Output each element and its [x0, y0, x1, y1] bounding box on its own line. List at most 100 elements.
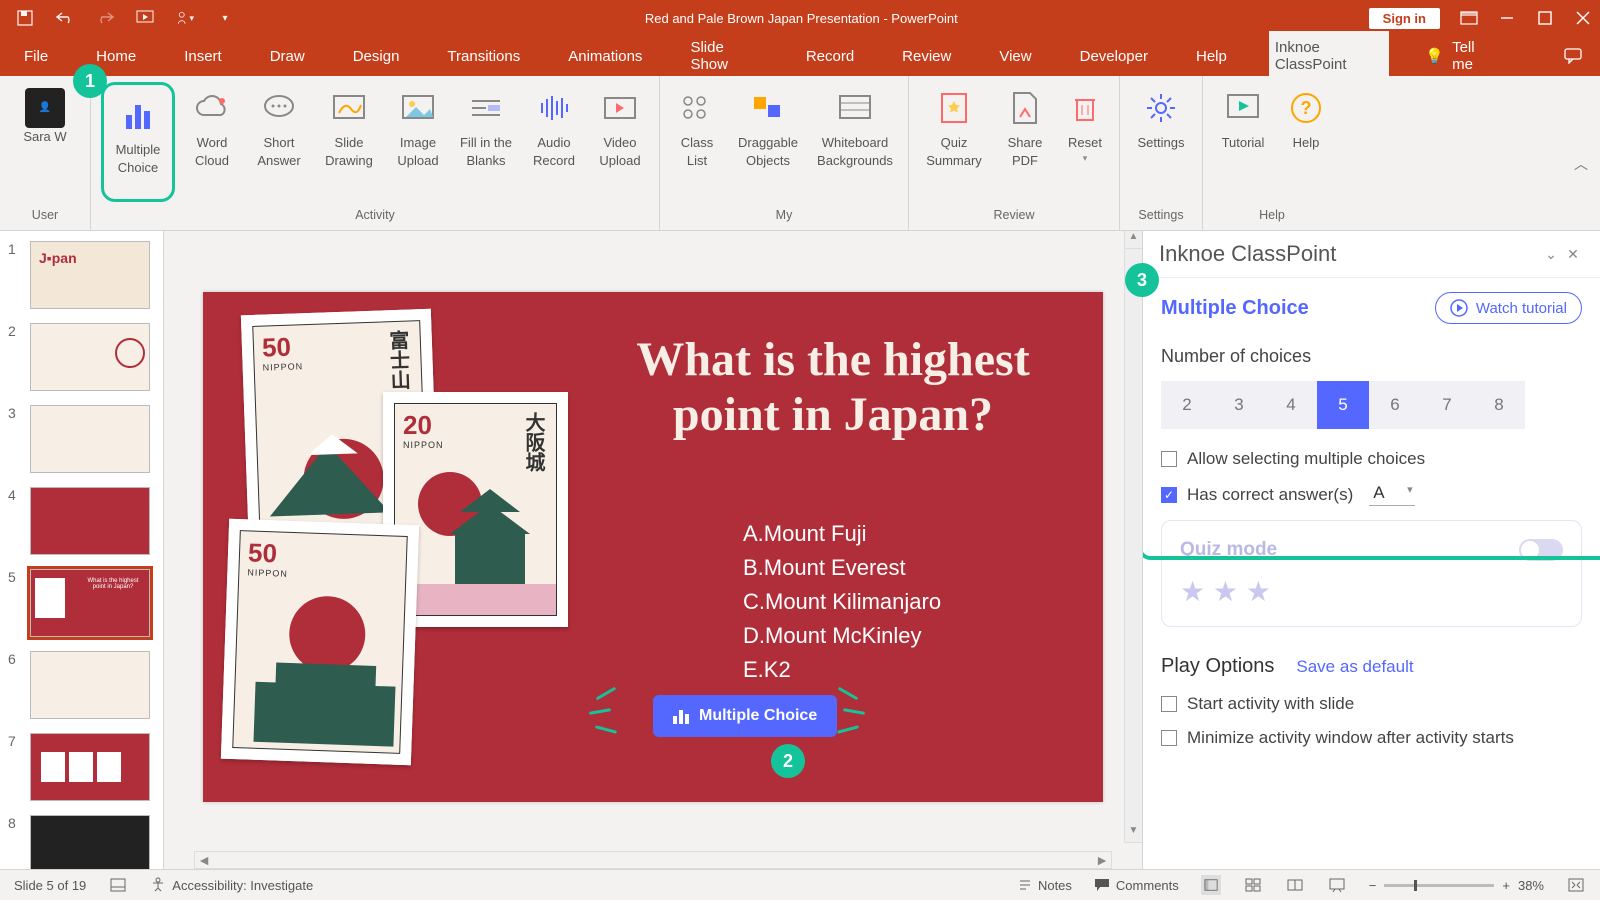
pane-section-title: Multiple Choice	[1161, 297, 1435, 320]
choice-2[interactable]: 2	[1161, 381, 1213, 429]
horizontal-scrollbar[interactable]: ◄►	[194, 851, 1112, 869]
question-icon: ?	[1286, 88, 1326, 128]
share-pdf-button[interactable]: Share PDF	[997, 82, 1053, 202]
tab-classpoint[interactable]: Inknoe ClassPoint	[1269, 31, 1390, 81]
watch-tutorial-button[interactable]: Watch tutorial	[1435, 292, 1582, 324]
close-icon[interactable]	[1574, 9, 1592, 27]
thumbnail-7[interactable]	[30, 733, 150, 801]
ribbon-display-icon[interactable]	[1460, 9, 1478, 27]
user-profile[interactable]: 👤 Sara W	[10, 82, 80, 202]
tab-transitions[interactable]: Transitions	[441, 40, 526, 73]
tab-help[interactable]: Help	[1190, 40, 1233, 73]
sign-in-button[interactable]: Sign in	[1369, 8, 1440, 29]
reset-button[interactable]: Reset▾	[1061, 82, 1109, 202]
settings-button[interactable]: Settings	[1130, 82, 1192, 202]
video-upload-button[interactable]: Video Upload	[591, 82, 649, 202]
thumbnail-6[interactable]	[30, 651, 150, 719]
slide-canvas[interactable]: 50 NIPPON 富士山 20 NIPPON 大阪城	[203, 292, 1103, 802]
slideshow-view-icon[interactable]	[1327, 875, 1347, 895]
thumbnail-2[interactable]	[30, 323, 150, 391]
notes-toggle-icon[interactable]	[108, 875, 128, 895]
play-options-heading: Play Options	[1161, 655, 1274, 678]
choice-6[interactable]: 6	[1369, 381, 1421, 429]
present-icon[interactable]	[136, 9, 154, 27]
redo-icon[interactable]	[96, 9, 114, 27]
whiteboard-backgrounds-button[interactable]: Whiteboard Backgrounds	[812, 82, 898, 202]
tell-me[interactable]: 💡 Tell me	[1425, 39, 1492, 73]
tab-view[interactable]: View	[993, 40, 1037, 73]
undo-icon[interactable]	[56, 9, 74, 27]
slide-drawing-button[interactable]: Slide Drawing	[317, 82, 381, 202]
pane-dropdown-icon[interactable]: ⌄	[1540, 246, 1562, 263]
difficulty-stars[interactable]: ★ ★ ★	[1180, 575, 1563, 608]
tab-slideshow[interactable]: Slide Show	[684, 31, 763, 81]
normal-view-icon[interactable]	[1201, 875, 1221, 895]
help-button[interactable]: ?Help	[1281, 82, 1331, 202]
qat-more-icon[interactable]: ▾	[216, 9, 234, 27]
draggable-objects-button[interactable]: Draggable Objects	[732, 82, 804, 202]
choice-5[interactable]: 5	[1317, 381, 1369, 429]
comments-button[interactable]: Comments	[1094, 878, 1179, 893]
correct-answer-dropdown[interactable]: A	[1369, 483, 1414, 506]
choice-3[interactable]: 3	[1213, 381, 1265, 429]
minimize-icon[interactable]	[1498, 9, 1516, 27]
touch-mode-icon[interactable]: ▾	[176, 9, 194, 27]
word-cloud-button[interactable]: Word Cloud	[183, 82, 241, 202]
class-list-button[interactable]: Class List	[670, 82, 724, 202]
ribbon-group-settings: Settings Settings	[1120, 76, 1203, 230]
accessibility-status[interactable]: Accessibility: Investigate	[150, 877, 313, 893]
tab-animations[interactable]: Animations	[562, 40, 648, 73]
tab-insert[interactable]: Insert	[178, 40, 228, 73]
save-as-default-link[interactable]: Save as default	[1296, 657, 1413, 677]
zoom-control[interactable]: − + 38%	[1369, 878, 1544, 893]
callout-badge-1: 1	[73, 64, 107, 98]
choice-7[interactable]: 7	[1421, 381, 1473, 429]
zoom-in-icon[interactable]: +	[1502, 878, 1510, 893]
fill-blanks-button[interactable]: Fill in the Blanks	[455, 82, 517, 202]
quick-access-toolbar: ▾ ▾	[8, 9, 234, 27]
thumbnail-1[interactable]: J▪pan	[30, 241, 150, 309]
accessibility-icon	[150, 877, 166, 893]
minimize-window-checkbox[interactable]: Minimize activity window after activity …	[1161, 728, 1582, 748]
callout-badge-3: 3	[1125, 263, 1159, 297]
thumbnail-3[interactable]	[30, 405, 150, 473]
tab-review[interactable]: Review	[896, 40, 957, 73]
pane-close-icon[interactable]: ✕	[1562, 246, 1584, 263]
thumbnail-4[interactable]	[30, 487, 150, 555]
zoom-out-icon[interactable]: −	[1369, 878, 1377, 893]
thumbnail-5[interactable]: What is the highest point in Japan?	[30, 569, 150, 637]
num-choices-group: 2 3 4 5 6 7 8	[1161, 381, 1582, 429]
choice-4[interactable]: 4	[1265, 381, 1317, 429]
tab-record[interactable]: Record	[800, 40, 860, 73]
fit-to-window-icon[interactable]	[1566, 875, 1586, 895]
zoom-slider[interactable]	[1384, 884, 1494, 887]
quiz-summary-button[interactable]: Quiz Summary	[919, 82, 989, 202]
quiz-mode-toggle[interactable]	[1519, 539, 1563, 561]
audio-record-button[interactable]: Audio Record	[525, 82, 583, 202]
svg-text:?: ?	[1301, 98, 1312, 118]
reading-view-icon[interactable]	[1285, 875, 1305, 895]
allow-multi-checkbox[interactable]: Allow selecting multiple choices	[1161, 449, 1582, 469]
tutorial-button[interactable]: Tutorial	[1213, 82, 1273, 202]
stamp-3: 50 NIPPON	[221, 519, 419, 765]
thumbnail-8[interactable]	[30, 815, 150, 869]
tab-file[interactable]: File	[18, 40, 54, 73]
tab-design[interactable]: Design	[347, 40, 406, 73]
maximize-icon[interactable]	[1536, 9, 1554, 27]
comments-pane-icon[interactable]	[1564, 47, 1582, 65]
image-upload-button[interactable]: Image Upload	[389, 82, 447, 202]
has-correct-checkbox[interactable]: ✓ Has correct answer(s) A	[1161, 483, 1582, 506]
choice-8[interactable]: 8	[1473, 381, 1525, 429]
tab-developer[interactable]: Developer	[1074, 40, 1154, 73]
slide-mc-button[interactable]: Multiple Choice	[653, 695, 837, 737]
save-icon[interactable]	[16, 9, 34, 27]
short-answer-button[interactable]: Short Answer	[249, 82, 309, 202]
bar-chart-icon	[118, 95, 158, 135]
vertical-scrollbar[interactable]: ▲▼	[1124, 231, 1142, 843]
tab-draw[interactable]: Draw	[264, 40, 311, 73]
notes-button[interactable]: Notes	[1018, 878, 1072, 893]
collapse-ribbon-icon[interactable]: ︿	[1574, 154, 1588, 174]
start-with-slide-checkbox[interactable]: Start activity with slide	[1161, 694, 1582, 714]
sorter-view-icon[interactable]	[1243, 875, 1263, 895]
multiple-choice-button[interactable]: Multiple Choice	[108, 89, 168, 176]
